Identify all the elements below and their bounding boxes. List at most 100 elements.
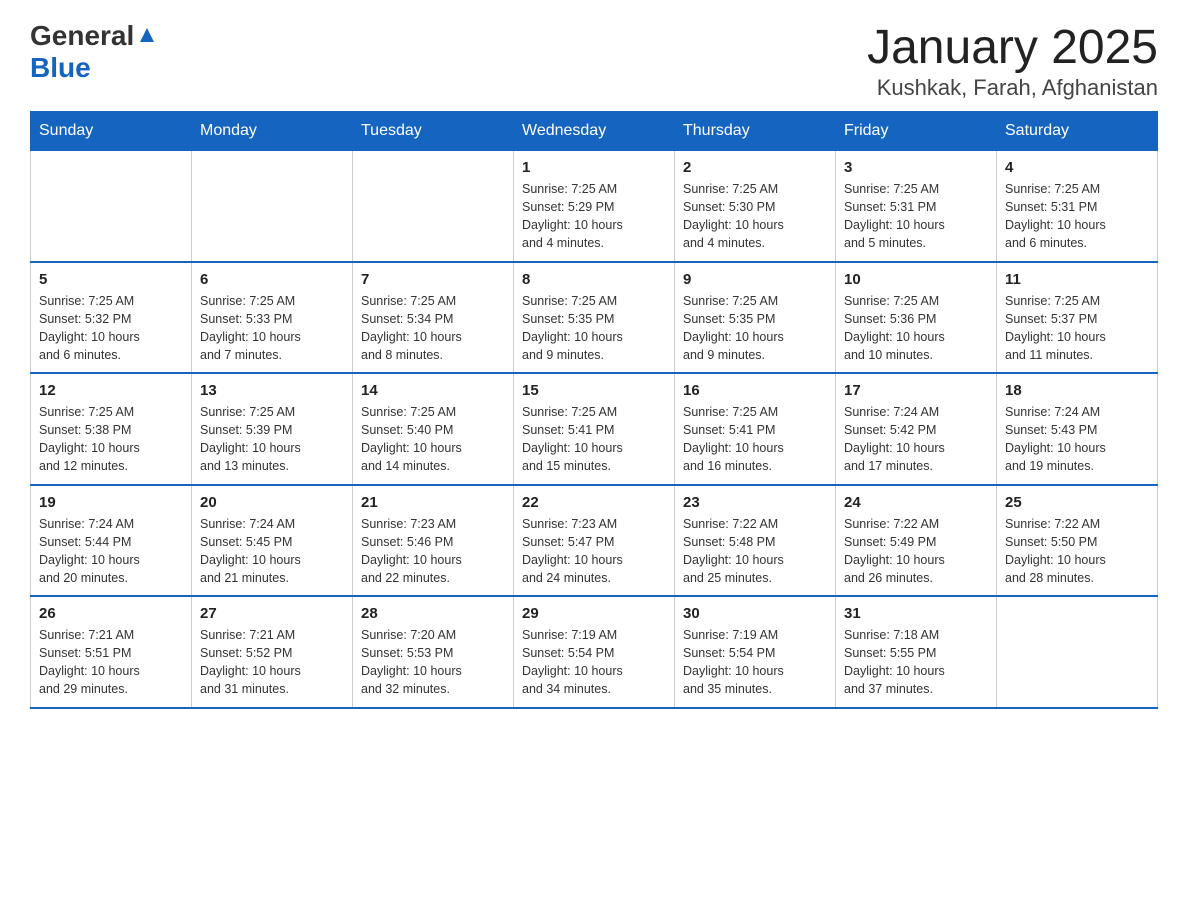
- day-info: Sunrise: 7:24 AM Sunset: 5:42 PM Dayligh…: [844, 403, 988, 476]
- day-info: Sunrise: 7:21 AM Sunset: 5:51 PM Dayligh…: [39, 626, 183, 699]
- day-number: 20: [200, 494, 344, 511]
- day-number: 7: [361, 271, 505, 288]
- day-info: Sunrise: 7:25 AM Sunset: 5:38 PM Dayligh…: [39, 403, 183, 476]
- day-number: 17: [844, 382, 988, 399]
- day-info: Sunrise: 7:22 AM Sunset: 5:50 PM Dayligh…: [1005, 515, 1149, 588]
- day-number: 3: [844, 159, 988, 176]
- calendar-title: January 2025: [867, 20, 1158, 75]
- day-number: 12: [39, 382, 183, 399]
- calendar-day-cell: 17 Sunrise: 7:24 AM Sunset: 5:42 PM Dayli…: [836, 373, 997, 485]
- day-info: Sunrise: 7:25 AM Sunset: 5:29 PM Dayligh…: [522, 180, 666, 253]
- day-number: 30: [683, 605, 827, 622]
- day-info: Sunrise: 7:24 AM Sunset: 5:44 PM Dayligh…: [39, 515, 183, 588]
- calendar-day-cell: 11 Sunrise: 7:25 AM Sunset: 5:37 PM Dayli…: [997, 262, 1158, 374]
- day-info: Sunrise: 7:22 AM Sunset: 5:49 PM Dayligh…: [844, 515, 988, 588]
- day-info: Sunrise: 7:18 AM Sunset: 5:55 PM Dayligh…: [844, 626, 988, 699]
- day-number: 2: [683, 159, 827, 176]
- calendar-day-cell: 14Sunrise: 7:25 AM Sunset: 5:40 PM Dayli…: [353, 373, 514, 485]
- day-number: 23: [683, 494, 827, 511]
- day-info: Sunrise: 7:25 AM Sunset: 5:36 PM Dayligh…: [844, 292, 988, 365]
- day-info: Sunrise: 7:24 AM Sunset: 5:45 PM Dayligh…: [200, 515, 344, 588]
- day-of-week-header: Saturday: [997, 112, 1158, 151]
- day-info: Sunrise: 7:25 AM Sunset: 5:30 PM Dayligh…: [683, 180, 827, 253]
- calendar-day-cell: [192, 151, 353, 262]
- calendar-day-cell: 3 Sunrise: 7:25 AM Sunset: 5:31 PM Daylig…: [836, 151, 997, 262]
- day-info: Sunrise: 7:25 AM Sunset: 5:40 PM Dayligh…: [361, 403, 505, 476]
- day-number: 19: [39, 494, 183, 511]
- logo-triangle-icon: [134, 24, 158, 48]
- title-section: January 2025 Kushkak, Farah, Afghanistan: [867, 20, 1158, 101]
- day-info: Sunrise: 7:25 AM Sunset: 5:41 PM Dayligh…: [522, 403, 666, 476]
- day-number: 16: [683, 382, 827, 399]
- day-info: Sunrise: 7:25 AM Sunset: 5:35 PM Dayligh…: [522, 292, 666, 365]
- day-info: Sunrise: 7:25 AM Sunset: 5:31 PM Dayligh…: [844, 180, 988, 253]
- logo-blue-text: Blue: [30, 52, 91, 83]
- day-info: Sunrise: 7:20 AM Sunset: 5:53 PM Dayligh…: [361, 626, 505, 699]
- day-info: Sunrise: 7:25 AM Sunset: 5:33 PM Dayligh…: [200, 292, 344, 365]
- calendar-day-cell: 4 Sunrise: 7:25 AM Sunset: 5:31 PM Daylig…: [997, 151, 1158, 262]
- day-info: Sunrise: 7:25 AM Sunset: 5:31 PM Dayligh…: [1005, 180, 1149, 253]
- calendar-day-cell: [997, 596, 1158, 708]
- day-info: Sunrise: 7:23 AM Sunset: 5:47 PM Dayligh…: [522, 515, 666, 588]
- calendar-week-row: 26 Sunrise: 7:21 AM Sunset: 5:51 PM Dayli…: [31, 596, 1158, 708]
- day-info: Sunrise: 7:21 AM Sunset: 5:52 PM Dayligh…: [200, 626, 344, 699]
- days-of-week-row: SundayMondayTuesdayWednesdayThursdayFrid…: [31, 112, 1158, 151]
- day-number: 18: [1005, 382, 1149, 399]
- calendar-day-cell: 30 Sunrise: 7:19 AM Sunset: 5:54 PM Dayli…: [675, 596, 836, 708]
- calendar-day-cell: 16 Sunrise: 7:25 AM Sunset: 5:41 PM Dayli…: [675, 373, 836, 485]
- calendar-table: SundayMondayTuesdayWednesdayThursdayFrid…: [30, 111, 1158, 709]
- day-number: 6: [200, 271, 344, 288]
- day-of-week-header: Wednesday: [514, 112, 675, 151]
- day-number: 5: [39, 271, 183, 288]
- day-number: 31: [844, 605, 988, 622]
- calendar-week-row: 1Sunrise: 7:25 AM Sunset: 5:29 PM Daylig…: [31, 151, 1158, 262]
- day-number: 26: [39, 605, 183, 622]
- day-info: Sunrise: 7:22 AM Sunset: 5:48 PM Dayligh…: [683, 515, 827, 588]
- calendar-day-cell: 20 Sunrise: 7:24 AM Sunset: 5:45 PM Dayli…: [192, 485, 353, 597]
- day-number: 24: [844, 494, 988, 511]
- day-info: Sunrise: 7:25 AM Sunset: 5:39 PM Dayligh…: [200, 403, 344, 476]
- calendar-day-cell: 23 Sunrise: 7:22 AM Sunset: 5:48 PM Dayli…: [675, 485, 836, 597]
- page-header: General Blue January 2025 Kushkak, Farah…: [30, 20, 1158, 101]
- calendar-day-cell: 31 Sunrise: 7:18 AM Sunset: 5:55 PM Dayli…: [836, 596, 997, 708]
- calendar-day-cell: 24 Sunrise: 7:22 AM Sunset: 5:49 PM Dayli…: [836, 485, 997, 597]
- calendar-day-cell: 19 Sunrise: 7:24 AM Sunset: 5:44 PM Dayli…: [31, 485, 192, 597]
- day-info: Sunrise: 7:25 AM Sunset: 5:32 PM Dayligh…: [39, 292, 183, 365]
- day-number: 27: [200, 605, 344, 622]
- logo: General Blue: [30, 20, 158, 84]
- day-number: 28: [361, 605, 505, 622]
- day-info: Sunrise: 7:23 AM Sunset: 5:46 PM Dayligh…: [361, 515, 505, 588]
- calendar-day-cell: 8Sunrise: 7:25 AM Sunset: 5:35 PM Daylig…: [514, 262, 675, 374]
- calendar-day-cell: 26 Sunrise: 7:21 AM Sunset: 5:51 PM Dayli…: [31, 596, 192, 708]
- calendar-day-cell: [353, 151, 514, 262]
- day-info: Sunrise: 7:25 AM Sunset: 5:37 PM Dayligh…: [1005, 292, 1149, 365]
- day-number: 22: [522, 494, 666, 511]
- day-of-week-header: Thursday: [675, 112, 836, 151]
- calendar-day-cell: 12 Sunrise: 7:25 AM Sunset: 5:38 PM Dayli…: [31, 373, 192, 485]
- logo-general-text: General: [30, 20, 134, 52]
- calendar-day-cell: 27 Sunrise: 7:21 AM Sunset: 5:52 PM Dayli…: [192, 596, 353, 708]
- calendar-day-cell: 21Sunrise: 7:23 AM Sunset: 5:46 PM Dayli…: [353, 485, 514, 597]
- calendar-day-cell: [31, 151, 192, 262]
- calendar-day-cell: 7Sunrise: 7:25 AM Sunset: 5:34 PM Daylig…: [353, 262, 514, 374]
- calendar-body: 1Sunrise: 7:25 AM Sunset: 5:29 PM Daylig…: [31, 151, 1158, 708]
- day-number: 11: [1005, 271, 1149, 288]
- calendar-day-cell: 28 Sunrise: 7:20 AM Sunset: 5:53 PM Dayli…: [353, 596, 514, 708]
- calendar-day-cell: 29Sunrise: 7:19 AM Sunset: 5:54 PM Dayli…: [514, 596, 675, 708]
- calendar-day-cell: 1Sunrise: 7:25 AM Sunset: 5:29 PM Daylig…: [514, 151, 675, 262]
- day-number: 13: [200, 382, 344, 399]
- calendar-week-row: 5 Sunrise: 7:25 AM Sunset: 5:32 PM Daylig…: [31, 262, 1158, 374]
- day-info: Sunrise: 7:19 AM Sunset: 5:54 PM Dayligh…: [683, 626, 827, 699]
- day-info: Sunrise: 7:25 AM Sunset: 5:41 PM Dayligh…: [683, 403, 827, 476]
- calendar-day-cell: 22 Sunrise: 7:23 AM Sunset: 5:47 PM Dayli…: [514, 485, 675, 597]
- day-number: 4: [1005, 159, 1149, 176]
- day-of-week-header: Monday: [192, 112, 353, 151]
- calendar-day-cell: 9Sunrise: 7:25 AM Sunset: 5:35 PM Daylig…: [675, 262, 836, 374]
- day-of-week-header: Friday: [836, 112, 997, 151]
- day-number: 9: [683, 271, 827, 288]
- calendar-week-row: 12 Sunrise: 7:25 AM Sunset: 5:38 PM Dayli…: [31, 373, 1158, 485]
- calendar-day-cell: 5 Sunrise: 7:25 AM Sunset: 5:32 PM Daylig…: [31, 262, 192, 374]
- calendar-day-cell: 2 Sunrise: 7:25 AM Sunset: 5:30 PM Daylig…: [675, 151, 836, 262]
- calendar-day-cell: 10Sunrise: 7:25 AM Sunset: 5:36 PM Dayli…: [836, 262, 997, 374]
- calendar-subtitle: Kushkak, Farah, Afghanistan: [867, 75, 1158, 101]
